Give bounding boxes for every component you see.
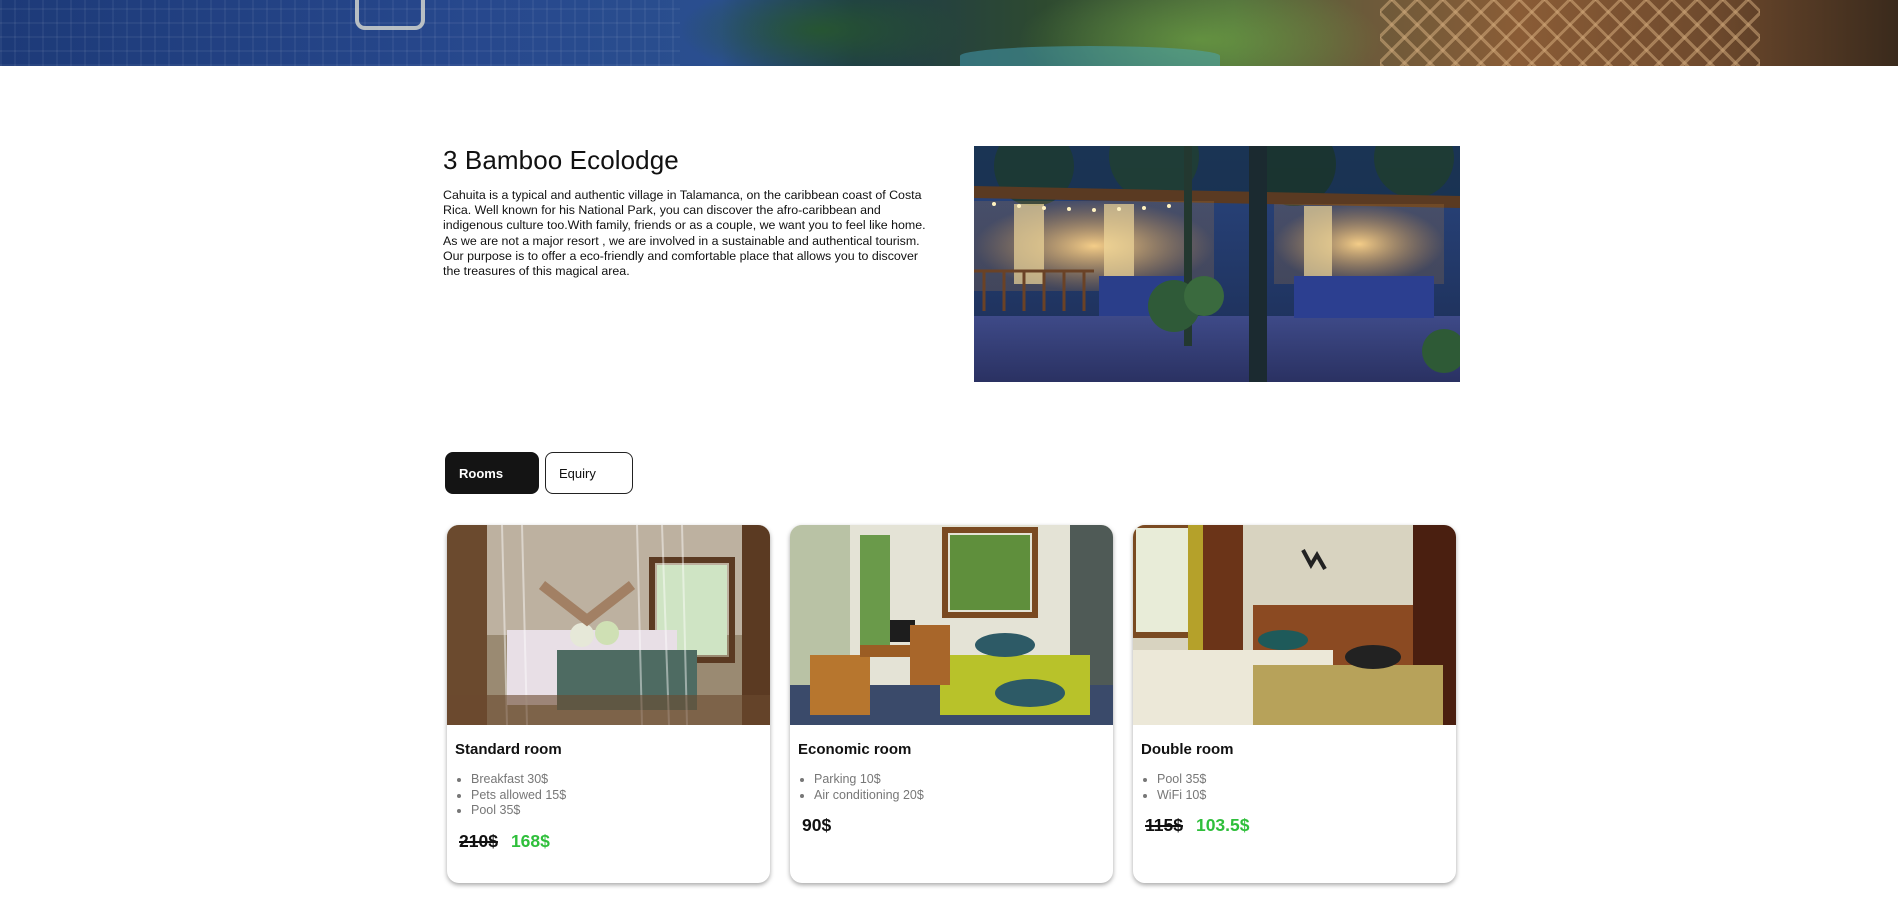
lodge-title: 3 Bamboo Ecolodge — [443, 145, 679, 175]
lodge-photo — [974, 146, 1460, 382]
discount-price: 168$ — [510, 830, 550, 851]
room-title: Double room — [1141, 741, 1234, 758]
room-title: Economic room — [798, 741, 912, 758]
room-tabs: Rooms Equiry — [445, 452, 633, 494]
old-price: 210$ — [459, 830, 498, 851]
price: 90$ — [802, 815, 832, 835]
extra-item: Parking 10$ — [814, 772, 1105, 788]
extra-item: Pool 35$ — [471, 803, 762, 819]
extra-item: WiFi 10$ — [1157, 788, 1448, 804]
price-row: 210$ 168$ — [455, 831, 762, 852]
extra-item: Breakfast 30$ — [471, 772, 762, 788]
room-extras-list: Parking 10$ Air conditioning 20$ — [798, 772, 1105, 803]
hero-banner-image — [0, 0, 1898, 66]
standard-room-photo — [447, 525, 770, 725]
room-extras-list: Pool 35$ WiFi 10$ — [1141, 772, 1448, 803]
extra-item: Pool 35$ — [1157, 772, 1448, 788]
discount-price: 103.5$ — [1195, 815, 1250, 835]
pool-water — [960, 46, 1220, 66]
economic-room-photo — [790, 525, 1113, 725]
room-title: Standard room — [455, 741, 562, 758]
extra-item: Air conditioning 20$ — [814, 788, 1105, 804]
lodge-night-illustration — [974, 146, 1460, 382]
pool-tiles — [0, 0, 680, 66]
price-row: 90$ — [798, 815, 1105, 836]
tab-rooms[interactable]: Rooms — [445, 452, 539, 494]
pool-ladder — [355, 0, 425, 30]
room-cards: Standard room Breakfast 30$ Pets allowed… — [447, 525, 1456, 883]
old-price: 115$ — [1145, 815, 1183, 835]
wooden-lattice — [1380, 0, 1760, 66]
economic-room-illustration — [790, 525, 1113, 725]
lodge-description: Cahuita is a typical and authentic villa… — [443, 188, 926, 279]
tab-equiry[interactable]: Equiry — [545, 452, 633, 494]
extra-item: Pets allowed 15$ — [471, 788, 762, 804]
room-extras-list: Breakfast 30$ Pets allowed 15$ Pool 35$ — [455, 772, 762, 819]
standard-room-illustration — [447, 525, 770, 725]
price-row: 115$ 103.5$ — [1141, 815, 1448, 836]
room-card-standard[interactable]: Standard room Breakfast 30$ Pets allowed… — [447, 525, 770, 883]
room-card-double[interactable]: Double room Pool 35$ WiFi 10$ 115$ 103.5… — [1133, 525, 1456, 883]
room-card-economic[interactable]: Economic room Parking 10$ Air conditioni… — [790, 525, 1113, 883]
double-room-photo — [1133, 525, 1456, 725]
double-room-illustration — [1133, 525, 1456, 725]
